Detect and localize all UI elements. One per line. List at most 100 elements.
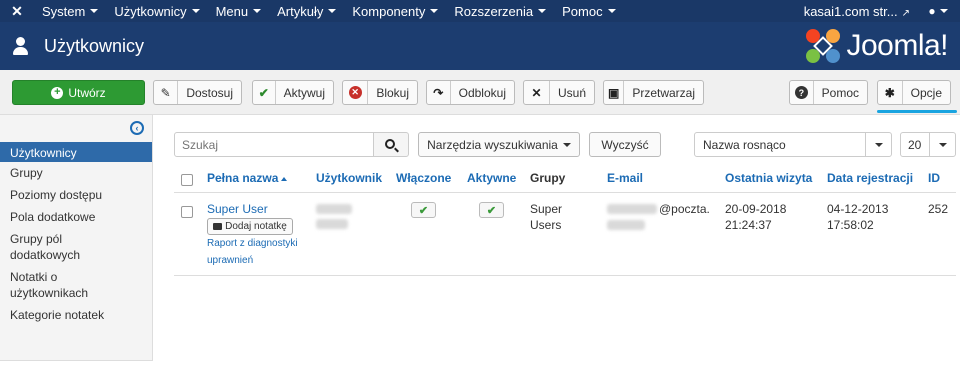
limit-select[interactable]: 20 bbox=[900, 132, 956, 157]
sidebar-list: Użytkownicy Grupy Poziomy dostępu Pola d… bbox=[0, 142, 152, 326]
enabled-check-icon[interactable]: ✔ bbox=[411, 202, 436, 218]
search-tools-label: Narzędzia wyszukiwania bbox=[427, 137, 558, 152]
row-checkbox[interactable] bbox=[181, 206, 193, 218]
users-icon bbox=[12, 36, 32, 56]
options-button[interactable]: ✱ Opcje bbox=[877, 80, 951, 105]
page-header: Użytkownicy Joomla! bbox=[0, 22, 960, 70]
sidebar: ‹ Użytkownicy Grupy Poziomy dostępu Pola… bbox=[0, 115, 153, 361]
email-redacted-line2 bbox=[607, 220, 645, 230]
registered-date: 04-12-2013 bbox=[827, 202, 889, 216]
column-header-id[interactable]: ID bbox=[928, 171, 940, 185]
activate-button-label: Aktywuj bbox=[283, 85, 325, 100]
joomla-logo-text: Joomla! bbox=[846, 29, 948, 62]
diagnostics-link-line2[interactable]: uprawnień bbox=[207, 255, 253, 266]
chevron-down-icon bbox=[538, 9, 547, 13]
delete-button[interactable]: ✕ Usuń bbox=[523, 80, 595, 105]
edit-button[interactable]: ✎ Dostosuj bbox=[153, 80, 242, 105]
sidebar-item-note-categories[interactable]: Kategorie notatek bbox=[0, 304, 152, 326]
column-header-name-label: Pełna nazwa bbox=[207, 171, 279, 185]
user-id: 252 bbox=[928, 202, 949, 216]
block-button[interactable]: ✕ Blokuj bbox=[342, 80, 418, 105]
menu-users[interactable]: Użytkownicy bbox=[106, 0, 207, 22]
diagnostics-link[interactable]: Raport z diagnostyki bbox=[207, 238, 298, 249]
add-note-button[interactable]: Dodaj notatkę bbox=[207, 218, 293, 235]
limit-select-value: 20 bbox=[908, 137, 922, 152]
sidebar-item-groups[interactable]: Grupy bbox=[0, 162, 152, 184]
block-button-label: Blokuj bbox=[376, 85, 409, 100]
add-note-label: Dodaj notatkę bbox=[225, 221, 287, 232]
column-header-registered[interactable]: Data rejestracji bbox=[827, 171, 913, 185]
sidebar-item-field-groups[interactable]: Grupy pól dodatkowych bbox=[0, 228, 110, 266]
block-icon: ✕ bbox=[343, 81, 369, 104]
menu-extensions[interactable]: Rozszerzenia bbox=[446, 0, 554, 22]
page-title: Użytkownicy bbox=[44, 35, 145, 56]
sort-select[interactable]: Nazwa rosnąco bbox=[694, 132, 892, 157]
row-divider bbox=[174, 275, 956, 276]
menu-components-label: Komponenty bbox=[352, 3, 426, 19]
unblock-button[interactable]: ↷ Odblokuj bbox=[426, 80, 515, 105]
delete-button-label: Usuń bbox=[557, 85, 586, 100]
joomla-logo-mark bbox=[804, 27, 842, 65]
menu-components[interactable]: Komponenty bbox=[344, 0, 446, 22]
batch-button-label: Przetwarzaj bbox=[632, 85, 695, 100]
menu-users-label: Użytkownicy bbox=[114, 3, 187, 19]
registered-time: 17:58:02 bbox=[827, 218, 874, 232]
site-link[interactable]: kasai1.com str... ↗ bbox=[798, 4, 916, 19]
column-header-username[interactable]: Użytkownik bbox=[316, 171, 382, 185]
delete-icon: ✕ bbox=[524, 81, 550, 104]
groups-line2: Users bbox=[530, 218, 562, 232]
activated-check-icon[interactable]: ✔ bbox=[479, 202, 504, 218]
column-header-last-visit[interactable]: Ostatnia wizyta bbox=[725, 171, 812, 185]
sidebar-item-fields[interactable]: Pola dodatkowe bbox=[0, 206, 152, 228]
collapse-sidebar-icon[interactable]: ‹ bbox=[130, 121, 144, 135]
clear-button[interactable]: Wyczyść bbox=[589, 132, 661, 157]
options-highlight bbox=[877, 110, 957, 113]
column-header-enabled[interactable]: Włączone bbox=[396, 171, 451, 185]
sidebar-item-user-notes[interactable]: Notatki o użytkownikach bbox=[0, 266, 110, 304]
help-button[interactable]: ? Pomoc bbox=[789, 80, 868, 105]
chevron-down-icon bbox=[939, 9, 948, 13]
column-header-name[interactable]: Pełna nazwa bbox=[207, 171, 288, 185]
batch-icon: ▣ bbox=[604, 81, 625, 104]
search-button[interactable] bbox=[373, 132, 409, 157]
user-menu[interactable]: ● bbox=[916, 4, 960, 18]
gear-icon: ✱ bbox=[878, 81, 903, 104]
search-icon bbox=[385, 138, 395, 149]
help-icon: ? bbox=[790, 81, 814, 104]
options-button-label: Opcje bbox=[910, 85, 942, 100]
search-input[interactable] bbox=[174, 132, 374, 157]
select-all-checkbox[interactable] bbox=[181, 174, 193, 186]
joomla-icon[interactable]: ✕ bbox=[0, 0, 34, 22]
menu-menu[interactable]: Menu bbox=[208, 0, 270, 22]
check-icon: ✔ bbox=[253, 81, 276, 104]
new-button[interactable]: + Utwórz bbox=[12, 80, 145, 105]
header-divider bbox=[174, 192, 956, 193]
chevron-down-icon bbox=[430, 9, 439, 13]
unblock-button-label: Odblokuj bbox=[458, 85, 506, 100]
menu-system[interactable]: System bbox=[34, 0, 106, 22]
note-icon bbox=[213, 223, 223, 230]
batch-button[interactable]: ▣ Przetwarzaj bbox=[603, 80, 704, 105]
sort-select-value: Nazwa rosnąco bbox=[703, 137, 786, 152]
column-header-activated[interactable]: Aktywne bbox=[467, 171, 516, 185]
username-redacted bbox=[316, 204, 352, 214]
username-redacted-line2 bbox=[316, 219, 348, 229]
search-tools-button[interactable]: Narzędzia wyszukiwania bbox=[418, 132, 580, 157]
email-domain: @poczta. bbox=[659, 202, 710, 216]
email-redacted bbox=[607, 204, 657, 214]
plus-icon: + bbox=[51, 86, 64, 99]
menu-help[interactable]: Pomoc bbox=[554, 0, 623, 22]
chevron-down-icon bbox=[328, 9, 337, 13]
activate-button[interactable]: ✔ Aktywuj bbox=[252, 80, 334, 105]
user-name-link[interactable]: Super User bbox=[207, 201, 268, 217]
menu-system-label: System bbox=[42, 3, 86, 19]
sidebar-item-users[interactable]: Użytkownicy bbox=[0, 142, 152, 162]
menu-articles[interactable]: Artykuły bbox=[269, 0, 344, 22]
sidebar-item-access-levels[interactable]: Poziomy dostępu bbox=[0, 184, 152, 206]
chevron-down-icon bbox=[865, 133, 891, 156]
new-button-label: Utwórz bbox=[68, 85, 106, 100]
chevron-down-icon bbox=[562, 142, 571, 147]
column-header-email[interactable]: E-mail bbox=[607, 171, 643, 185]
last-visit-date: 20-09-2018 bbox=[725, 202, 787, 216]
edit-button-label: Dostosuj bbox=[186, 85, 233, 100]
